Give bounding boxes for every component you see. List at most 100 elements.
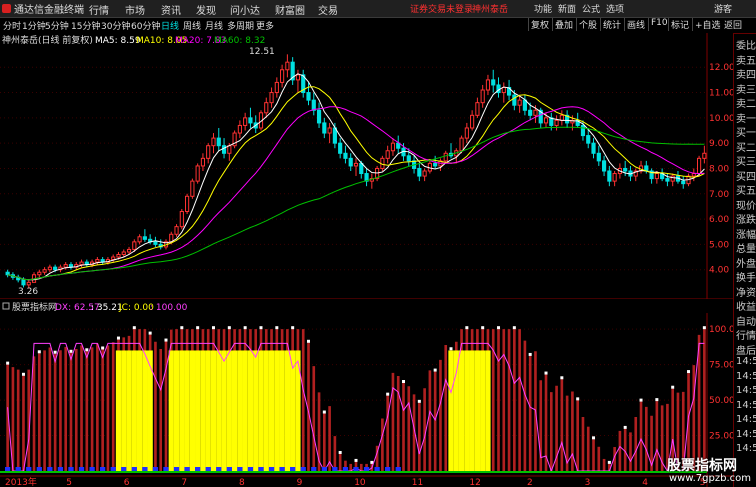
side-label: 委比 <box>736 41 756 52</box>
base-bar <box>15 467 21 471</box>
indicator-dot <box>386 392 390 396</box>
back-button[interactable]: 返回 <box>722 18 744 31</box>
signal-block <box>205 350 211 471</box>
menu-market[interactable]: 市场 <box>125 2 145 17</box>
login-alert[interactable]: 证券交易未登录 <box>410 2 473 15</box>
app-logo-icon <box>2 4 11 13</box>
options-button[interactable]: 选项 <box>606 2 624 15</box>
menu-ask[interactable]: 问小达 <box>230 2 260 17</box>
signal-block <box>458 350 465 471</box>
period-1min[interactable]: 1分钟 <box>22 19 46 32</box>
candle-body <box>200 157 206 167</box>
indicator-dot <box>687 370 691 374</box>
indicator-dot <box>655 398 659 402</box>
kline-chart[interactable]: 神州泰岳(日线 前复权) MA5: 8.59 MA10: 8.05 MA20: … <box>0 33 733 487</box>
mark-button[interactable]: 标记 <box>668 18 691 31</box>
side-label: 买一 <box>736 128 756 139</box>
candle-body <box>702 152 707 159</box>
quote-side-panel: 委比 卖五 卖四 卖三 卖二 卖一 买一 买二 买三 买四 买五 现价 涨跌 涨幅 总量 外盘 换手 净资 收益 自动… <box>733 34 756 487</box>
indicator-dot <box>433 368 437 372</box>
signal-block <box>268 350 275 471</box>
menu-trade[interactable]: 交易 <box>318 2 338 17</box>
candle-body <box>327 127 332 134</box>
function-button[interactable]: 功能 <box>534 2 552 15</box>
indicator-dot <box>132 326 136 330</box>
base-bar <box>121 467 127 471</box>
side-label: 涨跌 <box>736 215 756 226</box>
period-toolbar: 分时 1分钟 5分钟 15分钟 30分钟 60分钟 日线 周线 月线 多周期 更… <box>0 18 756 34</box>
candle-body <box>111 256 116 261</box>
period-tick[interactable]: 分时 <box>3 19 21 32</box>
period-multi[interactable]: 多周期 <box>227 19 254 32</box>
menu-wealth[interactable]: 财富圈 <box>275 2 305 17</box>
watermark-url: www.7gpzb.com <box>669 473 751 484</box>
side-label: 买三 <box>736 157 756 168</box>
side-label: 卖二 <box>736 99 756 110</box>
period-5min[interactable]: 5分钟 <box>45 19 69 32</box>
date-tick-label: 2013年 <box>5 476 37 487</box>
date-tick-label: 4 <box>642 478 648 487</box>
date-tick-label: 8 <box>239 478 245 487</box>
base-bar <box>385 467 391 471</box>
base-bar <box>5 467 11 471</box>
ma5-legend: MA5: 8.59 <box>95 36 141 46</box>
stock-button[interactable]: 个股 <box>576 18 599 31</box>
candle-body <box>543 117 549 124</box>
base-bar <box>374 467 380 471</box>
menu-discover[interactable]: 发现 <box>196 2 216 17</box>
candle-body <box>475 102 480 116</box>
signal-block <box>295 350 301 471</box>
date-tick-label: 2 <box>527 478 533 487</box>
date-tick-label: 3 <box>585 478 591 487</box>
indicator-dot <box>6 361 10 365</box>
signal-block <box>464 350 470 471</box>
base-bar <box>311 467 317 471</box>
stats-button[interactable]: 统计 <box>600 18 623 31</box>
period-weekly[interactable]: 周线 <box>183 19 201 32</box>
period-60min[interactable]: 60分钟 <box>131 19 160 32</box>
date-tick-label: 11 <box>412 478 423 487</box>
indicator-tick-label: 50.00 <box>709 396 733 406</box>
guest-button[interactable]: 游客 <box>714 2 732 15</box>
signal-block <box>485 350 491 471</box>
menu-quotes[interactable]: 行情 <box>89 2 109 17</box>
candle-body <box>459 137 464 152</box>
candle-body <box>243 117 248 126</box>
formula-button[interactable]: 公式 <box>582 2 600 15</box>
main-legend-name: 神州泰岳(日线 前复权) <box>2 34 93 46</box>
period-daily[interactable]: 日线 <box>161 19 179 32</box>
add-watchlist-button[interactable]: +自选 <box>692 18 723 31</box>
indicator-dot <box>592 436 596 440</box>
candle-body <box>517 99 522 106</box>
high-price-label: 12.51 <box>249 47 275 57</box>
side-label: 涨幅 <box>736 229 756 241</box>
base-bar <box>226 467 232 471</box>
candle-body <box>26 281 31 286</box>
base-bar <box>332 467 338 471</box>
signal-block <box>131 350 137 471</box>
indicator-dot <box>544 371 548 375</box>
candle-body <box>269 92 274 104</box>
candle-body <box>348 157 353 167</box>
period-15min[interactable]: 15分钟 <box>71 19 100 32</box>
period-30min[interactable]: 30分钟 <box>101 19 130 32</box>
period-more[interactable]: 更多 <box>256 19 274 32</box>
indicator-dot <box>21 372 25 376</box>
price-tick-label: 9.00 <box>709 139 729 149</box>
date-tick-label: 10 <box>354 478 366 487</box>
date-tick-label: 7 <box>181 478 187 487</box>
signal-block <box>121 350 127 471</box>
menu-news[interactable]: 资讯 <box>161 2 181 17</box>
base-bar <box>89 467 95 471</box>
indicator-dot <box>211 326 215 330</box>
period-monthly[interactable]: 月线 <box>205 19 223 32</box>
candle-body <box>406 155 411 162</box>
restore-rights-button[interactable]: 复权 <box>528 18 551 31</box>
new-page-button[interactable]: 新面 <box>558 2 576 15</box>
overlay-button[interactable]: 叠加 <box>552 18 575 31</box>
candle-body <box>554 119 559 126</box>
candle-body <box>385 150 390 159</box>
candle-body <box>248 117 253 124</box>
f10-button[interactable]: F10 <box>648 18 670 31</box>
draw-button[interactable]: 画线 <box>624 18 647 31</box>
